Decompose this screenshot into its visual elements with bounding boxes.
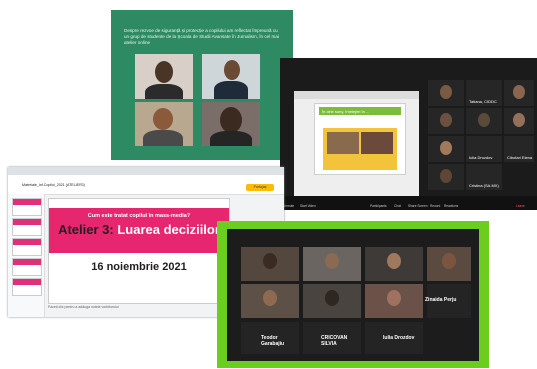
- video-tile[interactable]: Cibotari Elena: [504, 136, 534, 162]
- participant-photo: [202, 54, 260, 99]
- slide-title-part1: Atelier 3:: [58, 222, 118, 237]
- participant-photo: [202, 102, 260, 146]
- video-tile[interactable]: [365, 284, 423, 318]
- video-tile[interactable]: [303, 247, 361, 281]
- start-video-button[interactable]: Start Video: [300, 204, 316, 208]
- participant-name: Iulia Drozdov: [469, 155, 493, 160]
- share-screen-button[interactable]: Share Screen: [408, 204, 428, 208]
- video-tile[interactable]: [428, 108, 464, 134]
- video-tile[interactable]: [428, 136, 464, 162]
- video-tile[interactable]: Iulia Drozdov: [365, 322, 423, 354]
- participant-name: Cibotari Elena: [507, 155, 533, 160]
- participant-name: CRICOVAN SILVIA: [321, 335, 348, 347]
- video-tile[interactable]: [504, 108, 534, 134]
- shared-powerpoint: În cine suny, înțelejeri în ...: [294, 91, 419, 199]
- slide-thumbnail[interactable]: [12, 238, 42, 256]
- chat-button[interactable]: Chat: [394, 204, 401, 208]
- slide-title-part2: Luarea deciziilor: [117, 222, 220, 237]
- video-tile[interactable]: [504, 80, 534, 106]
- slides-menubar: Materiale_Inf.Copilul_2021 (ATELIER3): [8, 182, 284, 195]
- slide-date: 16 noiembrie 2021: [91, 261, 187, 273]
- participant-photo: [135, 54, 193, 99]
- record-button[interactable]: Record: [430, 204, 440, 208]
- video-tile[interactable]: [427, 247, 471, 281]
- zoom-meeting-window: În cine suny, înțelejeri în ... Tatiana,…: [280, 58, 537, 210]
- video-tile[interactable]: Tatiana, CIDDC: [466, 80, 502, 106]
- participant-name: Zinaida Perju: [425, 297, 457, 303]
- leave-button[interactable]: Leave: [516, 204, 525, 208]
- slide-title: În cine suny, înțelejeri în ...: [322, 108, 370, 114]
- zoom-gallery-frame: Zinaida Perju Teodor Garabajiu CRICOVAN …: [217, 221, 489, 368]
- slide-caption: Despre rezvoe de siguranță și protecție …: [124, 28, 279, 45]
- participant-name: Tatiana, CIDDC: [469, 99, 497, 104]
- slide-title-bar: În cine suny, înțelejeri în ...: [319, 107, 401, 115]
- slide-question: Cum este tratat copilul în mass-media?: [87, 213, 191, 219]
- video-tile[interactable]: [303, 284, 361, 318]
- address-bar[interactable]: [8, 175, 284, 182]
- slide-thumbnail[interactable]: [12, 278, 42, 296]
- slide-photo: [327, 132, 359, 154]
- video-tile[interactable]: [241, 247, 299, 281]
- slide-title: Atelier 3: Luarea deciziilor: [49, 222, 229, 237]
- video-tile[interactable]: [241, 284, 299, 318]
- slide-filmstrip: [8, 194, 45, 317]
- slide-image-panel: [323, 128, 397, 170]
- participants-button[interactable]: Participants: [370, 204, 387, 208]
- video-tile[interactable]: [428, 80, 464, 106]
- green-slide: Despre rezvoe de siguranță și protecție …: [111, 10, 293, 160]
- unmute-button[interactable]: Unmute: [283, 204, 294, 208]
- ppt-ribbon: [294, 91, 419, 99]
- slide-thumbnail[interactable]: [12, 218, 42, 236]
- reactions-button[interactable]: Reactions: [444, 204, 458, 208]
- slide-canvas[interactable]: Cum este tratat copilul în mass-media? A…: [48, 198, 230, 304]
- slide-photo: [361, 132, 393, 154]
- document-title[interactable]: Materiale_Inf.Copilul_2021 (ATELIER3): [22, 183, 85, 187]
- slide-thumbnail[interactable]: [12, 198, 42, 216]
- speaker-notes[interactable]: Faceți clic pentru a adăuga notele vorbi…: [48, 305, 119, 309]
- zoom-gallery-view: Zinaida Perju Teodor Garabajiu CRICOVAN …: [227, 229, 479, 361]
- participant-name: Teodor Garabajiu: [261, 335, 285, 347]
- video-tile[interactable]: Teodor Garabajiu: [241, 322, 299, 354]
- video-tile[interactable]: Iulia Drozdov: [466, 136, 502, 162]
- participant-photo: [135, 102, 193, 146]
- share-button[interactable]: Partajați: [246, 184, 274, 191]
- video-tile[interactable]: [365, 247, 423, 281]
- video-tile[interactable]: Cristina (SA.MX): [466, 164, 502, 190]
- video-tile[interactable]: Zinaida Perju: [425, 284, 471, 318]
- video-tile[interactable]: [466, 108, 502, 134]
- browser-tabs: [8, 167, 284, 175]
- participant-name: Cristina (SA.MX): [469, 183, 499, 188]
- shared-slide: În cine suny, înțelejeri în ...: [314, 103, 406, 175]
- video-tile[interactable]: CRICOVAN SILVIA: [303, 322, 361, 354]
- participant-name: Iulia Drozdov: [383, 335, 415, 341]
- zoom-toolbar: Unmute Start Video Participants Chat Sha…: [280, 196, 537, 210]
- video-tile[interactable]: [428, 164, 464, 190]
- slide-thumbnail[interactable]: [12, 258, 42, 276]
